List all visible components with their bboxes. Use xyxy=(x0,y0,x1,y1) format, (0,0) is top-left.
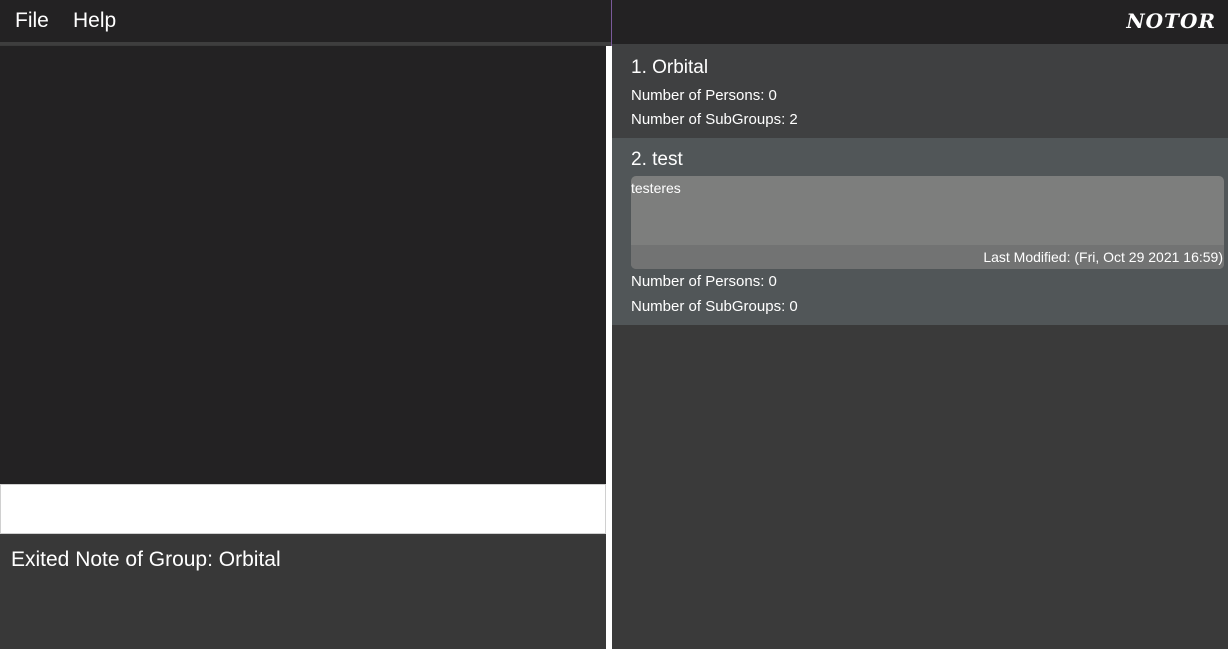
title-bar: NOTOR xyxy=(612,0,1228,44)
group-note: testeres Last Modified: (Fri, Oct 29 202… xyxy=(631,176,1224,269)
app-title-logo: NOTOR xyxy=(1126,9,1216,33)
group-card[interactable]: 2. test testeres Last Modified: (Fri, Oc… xyxy=(612,138,1228,325)
help-menu[interactable]: Help xyxy=(73,8,116,34)
left-pane: File Help Exited Note of Group: Orbital xyxy=(0,0,612,649)
group-card[interactable]: 1. Orbital Number of Persons: 0 Number o… xyxy=(612,44,1228,138)
subgroups-count: Number of SubGroups: 2 xyxy=(631,111,798,128)
note-content: testeres xyxy=(631,180,681,196)
note-display-area xyxy=(0,46,606,484)
group-list[interactable]: 1. Orbital Number of Persons: 0 Number o… xyxy=(612,44,1228,649)
menu-bar: File Help xyxy=(0,0,612,45)
subgroups-count: Number of SubGroups: 0 xyxy=(631,298,798,315)
file-menu[interactable]: File xyxy=(15,8,49,34)
persons-count: Number of Persons: 0 xyxy=(631,273,777,290)
result-display: Exited Note of Group: Orbital xyxy=(0,536,606,649)
last-modified-label: Last Modified: (Fri, Oct 29 2021 16:59) xyxy=(983,249,1223,265)
result-message: Exited Note of Group: Orbital xyxy=(11,548,281,571)
group-name: 1. Orbital xyxy=(631,57,709,78)
right-pane: NOTOR 1. Orbital Number of Persons: 0 Nu… xyxy=(612,0,1228,649)
command-input[interactable] xyxy=(0,484,606,534)
note-footer: Last Modified: (Fri, Oct 29 2021 16:59) xyxy=(631,245,1224,269)
persons-count: Number of Persons: 0 xyxy=(631,87,777,104)
group-name: 2. test xyxy=(631,149,683,170)
notor-window: File Help Exited Note of Group: Orbital … xyxy=(0,0,1228,649)
